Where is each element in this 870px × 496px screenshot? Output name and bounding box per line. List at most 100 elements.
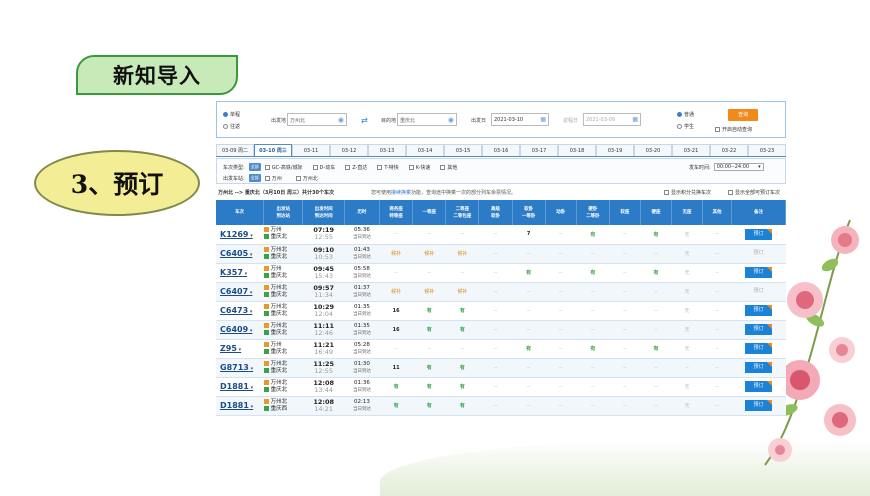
seat-cell[interactable]: 11: [379, 358, 413, 378]
train-number[interactable]: K357 ▾: [216, 263, 264, 283]
seat-cell[interactable]: 有: [576, 263, 610, 283]
seat-cell[interactable]: 有: [576, 339, 610, 359]
date-tab[interactable]: 03-12: [330, 144, 368, 156]
seat-cell[interactable]: 候补: [445, 282, 479, 302]
date-tab[interactable]: 03-14: [406, 144, 444, 156]
seat-cell[interactable]: 有: [379, 396, 413, 416]
seat-cell[interactable]: 16: [379, 320, 413, 340]
seat-cell[interactable]: 候补: [412, 244, 446, 264]
seat-cell[interactable]: 有: [412, 377, 446, 397]
seat-cell[interactable]: 16: [379, 301, 413, 321]
auto-query-checkbox[interactable]: 开启自动查询: [715, 126, 752, 133]
seat-cell: --: [512, 301, 546, 321]
return-date-input[interactable]: 2021-03-09 ▦: [583, 113, 641, 126]
train-number[interactable]: C6405 ▾: [216, 244, 264, 264]
seat-cell[interactable]: 有: [445, 358, 479, 378]
train-number[interactable]: Z95 ▾: [216, 339, 264, 359]
date-tab[interactable]: 03-13: [368, 144, 406, 156]
train-type-option[interactable]: T-特快: [377, 164, 399, 171]
train-number[interactable]: D1881 ▾: [216, 377, 264, 397]
adult-radio[interactable]: 普通: [677, 111, 694, 118]
seat-cell[interactable]: 候补: [412, 282, 446, 302]
round-trip-radio[interactable]: 往返: [223, 123, 240, 130]
train-number[interactable]: K1269 ▾: [216, 225, 264, 245]
seat-cell: 无: [671, 225, 703, 245]
one-way-radio[interactable]: 单程: [223, 111, 240, 118]
book-button[interactable]: 预订: [745, 305, 773, 316]
seat-cell[interactable]: 有: [512, 263, 546, 283]
book-button[interactable]: 预订: [745, 228, 773, 240]
student-radio[interactable]: 学生: [677, 123, 694, 130]
query-button[interactable]: 查询: [728, 109, 758, 121]
start-station-icon: [263, 265, 269, 271]
date-tab[interactable]: 03-11: [292, 144, 330, 156]
to-input[interactable]: 重庆北 ◉: [397, 113, 457, 126]
book-button[interactable]: 预订: [745, 286, 772, 297]
train-number[interactable]: C6407 ▾: [216, 282, 264, 302]
seat-cell[interactable]: 有: [576, 225, 610, 245]
seat-cell[interactable]: 有: [412, 396, 446, 416]
date-tab[interactable]: 03-09 周二: [216, 144, 254, 156]
date-tab[interactable]: 03-20: [634, 144, 672, 156]
transfer-link[interactable]: 接续换乘: [391, 190, 411, 196]
seat-cell[interactable]: 候补: [445, 244, 479, 264]
train-type-option[interactable]: 其他: [440, 164, 457, 171]
depart-time-select[interactable]: 00:00--24:00 ▾: [713, 163, 764, 171]
date-tab[interactable]: 03-21: [672, 144, 710, 156]
train-number[interactable]: D1881 ▾: [216, 396, 264, 416]
book-button[interactable]: 预订: [745, 248, 772, 259]
book-button[interactable]: 预订: [745, 381, 773, 392]
seat-cell[interactable]: 有: [412, 320, 446, 340]
seat-cell[interactable]: 候补: [379, 244, 413, 264]
station-option[interactable]: 万州: [264, 175, 282, 182]
seat-cell[interactable]: 有: [640, 225, 672, 245]
date-tab[interactable]: 03-23: [748, 144, 786, 156]
seat-cell: --: [445, 339, 479, 359]
train-number[interactable]: C6409 ▾: [216, 320, 264, 340]
seat-cell[interactable]: 有: [412, 301, 446, 321]
seat-cell[interactable]: 有: [640, 263, 672, 283]
seat-cell[interactable]: 有: [445, 301, 479, 321]
duration-cell: 05:58 当日到达: [344, 263, 380, 283]
seat-cell[interactable]: 有: [412, 358, 446, 378]
book-button[interactable]: 预订: [745, 324, 773, 335]
seat-cell[interactable]: 7: [512, 225, 546, 245]
train-number[interactable]: C6473 ▾: [216, 301, 264, 321]
seat-cell: --: [545, 377, 577, 397]
from-input[interactable]: 万州北 ◉: [287, 113, 347, 126]
train-type-option[interactable]: GC-高铁/城际: [264, 164, 303, 171]
date-tab[interactable]: 03-18: [558, 144, 596, 156]
book-button[interactable]: 预订: [745, 400, 773, 411]
column-header[interactable]: 出发站 到达站: [263, 200, 304, 225]
seat-cell[interactable]: 有: [445, 320, 479, 340]
date-tab[interactable]: 03-10 周三: [254, 144, 292, 156]
train-type-option[interactable]: D-动车: [312, 164, 335, 171]
column-header[interactable]: 历时: [344, 200, 381, 225]
points-option[interactable]: 显示积分兑换车次: [664, 189, 711, 196]
date-tab[interactable]: 03-22: [710, 144, 748, 156]
seat-cell[interactable]: 有: [379, 377, 413, 397]
book-button[interactable]: 预订: [745, 362, 773, 373]
depart-date-input[interactable]: 2021-03-10 ▦: [491, 113, 549, 126]
seat-cell[interactable]: 有: [445, 396, 479, 416]
seat-cell[interactable]: 有: [512, 339, 546, 359]
date-tab[interactable]: 03-19: [596, 144, 634, 156]
station-option[interactable]: 万州北: [295, 175, 318, 182]
all-stations-tag[interactable]: 全部: [248, 174, 261, 182]
bookable-option[interactable]: 显示全部可预订车次: [728, 189, 780, 196]
column-header[interactable]: 车次: [216, 200, 265, 225]
train-type-option[interactable]: Z-直达: [345, 164, 367, 171]
train-number[interactable]: G8713 ▾: [216, 358, 264, 378]
seat-cell[interactable]: 有: [640, 339, 672, 359]
column-header[interactable]: 出发时间 到达时间: [302, 200, 345, 225]
book-button[interactable]: 预订: [745, 267, 773, 278]
date-tab[interactable]: 03-16: [482, 144, 520, 156]
all-types-tag[interactable]: 全部: [248, 163, 261, 171]
seat-cell[interactable]: 有: [445, 377, 479, 397]
date-tab[interactable]: 03-17: [520, 144, 558, 156]
swap-icon[interactable]: ⇄: [361, 116, 368, 125]
book-button[interactable]: 预订: [745, 343, 773, 354]
seat-cell[interactable]: 候补: [379, 282, 413, 302]
date-tab[interactable]: 03-15: [444, 144, 482, 156]
train-type-option[interactable]: K-快速: [408, 164, 430, 171]
